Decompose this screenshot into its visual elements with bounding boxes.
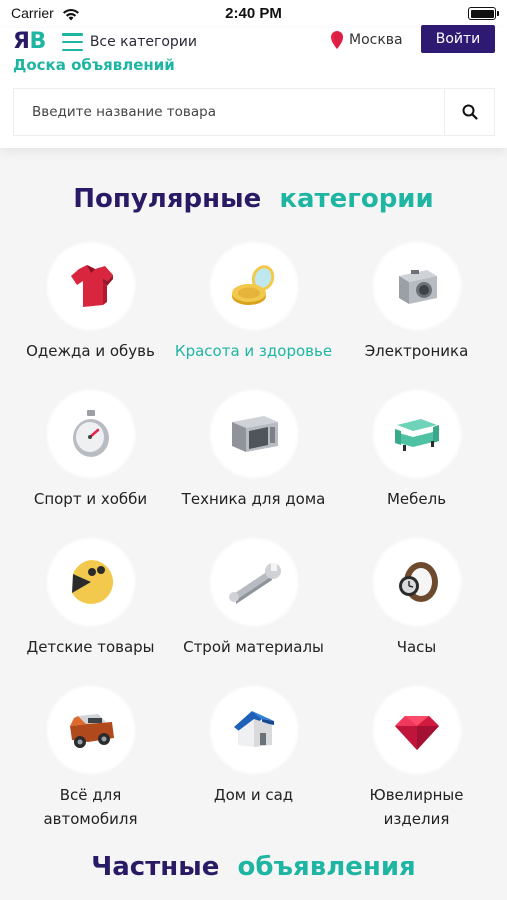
city-selector[interactable]: Москва [330,29,403,51]
app-header: ЯВ Все категории Доска объявлений Москва… [0,25,507,148]
clock: 2:40 PM [225,5,282,22]
wristwatch-icon [373,539,460,625]
category-label: Красота и здоровье [174,342,333,360]
login-button[interactable]: Войти [421,25,495,53]
category-beauty[interactable]: Красота и здоровье [172,240,335,388]
suv-car-icon [47,687,134,773]
house-icon [210,687,297,773]
category-watches[interactable]: Часы [335,536,498,684]
search-input[interactable] [14,89,444,135]
category-label: Ювелирные изделия [369,786,464,828]
logo[interactable]: ЯВ [13,29,46,54]
category-label: Одежда и обувь [26,342,155,360]
all-categories-label: Все категории [89,34,197,50]
private-ads-title: Частные объявления [91,852,416,882]
category-label: Детские товары [26,638,155,656]
pacman-toy-icon [47,539,134,625]
microwave-icon [210,391,297,477]
camera-icon [373,243,460,329]
wrench-icon [210,539,297,625]
category-building-materials[interactable]: Строй материалы [172,536,335,684]
category-kids[interactable]: Детские товары [9,536,172,684]
tshirt-icon [47,243,134,329]
site-tagline: Доска объявлений [13,56,175,74]
category-label: Техника для дома [181,490,326,508]
search-button[interactable] [444,89,494,135]
battery-icon [468,7,499,20]
category-label: Строй материалы [183,638,324,656]
city-label: Москва [349,32,403,48]
category-jewelry[interactable]: Ювелирные изделия [335,684,498,832]
category-label: Часы [396,638,437,656]
gem-icon [373,687,460,773]
category-label: Электроника [364,342,469,360]
search-icon [462,104,478,120]
category-sport[interactable]: Спорт и хобби [9,388,172,536]
sofa-icon [373,391,460,477]
search-bar [13,88,495,136]
category-home-appliances[interactable]: Техника для дома [172,388,335,536]
category-label: Мебель [386,490,447,508]
category-furniture[interactable]: Мебель [335,388,498,536]
category-electronics[interactable]: Электроника [335,240,498,388]
category-label: Спорт и хобби [33,490,148,508]
category-label: Дом и сад [213,786,294,804]
stopwatch-icon [47,391,134,477]
category-auto[interactable]: Всё для автомобиля [9,684,172,832]
category-label: Всё для автомобиля [43,786,138,828]
hamburger-menu-icon [62,33,83,51]
status-bar: Carrier 2:40 PM [0,0,507,28]
category-clothing[interactable]: Одежда и обувь [9,240,172,388]
all-categories-button[interactable]: Все категории [62,30,197,54]
popular-categories-title: Популярные категории [73,184,434,214]
categories-grid: Одежда и обувь Красота и здоровье Электр… [9,240,498,832]
map-pin-icon [331,31,343,49]
category-home-garden[interactable]: Дом и сад [172,684,335,832]
compact-mirror-icon [210,243,297,329]
